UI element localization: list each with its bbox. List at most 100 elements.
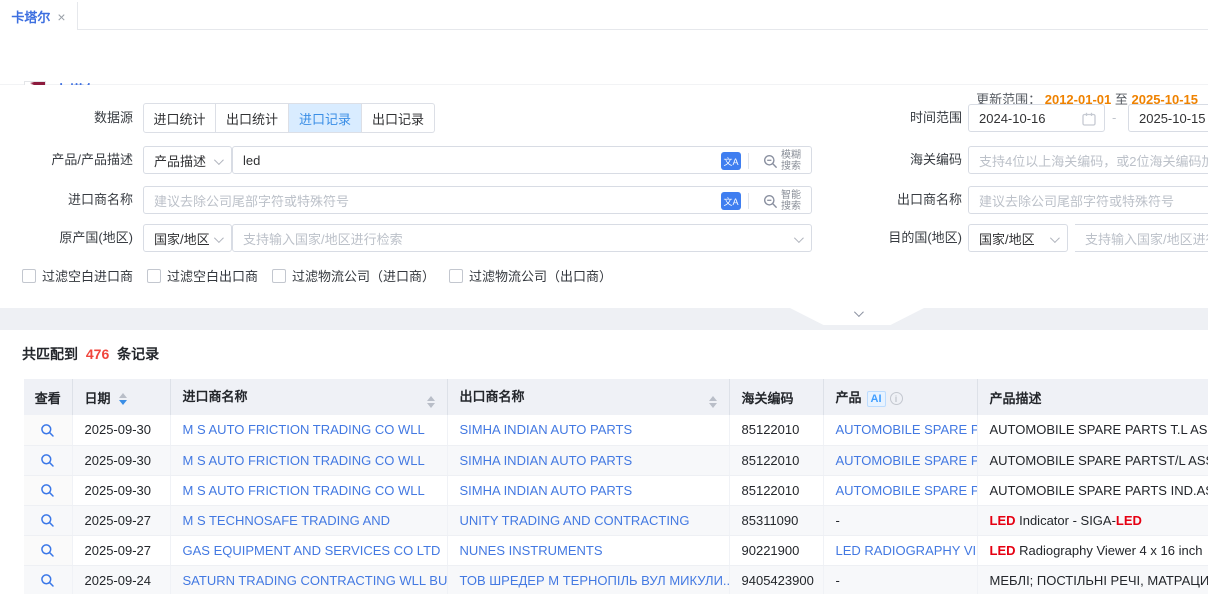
search-icon <box>40 453 55 468</box>
filter-checkbox[interactable]: 过滤空白进口商 <box>22 266 133 285</box>
record-date: 2025-09-30 <box>72 445 170 475</box>
keyword-highlight: LED <box>1116 513 1142 528</box>
sort-icon[interactable] <box>119 393 127 405</box>
match-count-prefix: 共匹配到 <box>22 346 78 362</box>
tab-qatar[interactable]: 卡塔尔 × <box>0 2 78 31</box>
hs-code-label: 海关编码 <box>810 145 962 175</box>
translate-icon[interactable]: 文A <box>721 192 741 210</box>
product-search-input[interactable]: led 文A 模糊搜索 <box>232 146 812 174</box>
checkbox-icon[interactable] <box>449 269 463 283</box>
record-description: LED Radiography Viewer 4 x 16 inch <box>977 535 1208 565</box>
sort-icon[interactable] <box>709 396 717 408</box>
table-row: 2025-09-24SATURN TRADING CONTRACTING WLL… <box>24 565 1208 594</box>
col-header-description: 产品描述 <box>977 379 1208 415</box>
product-link[interactable]: AUTOMOBILE SPARE P... <box>836 453 978 468</box>
checkbox-label: 过滤空白出口商 <box>167 266 258 285</box>
view-record-button[interactable] <box>40 453 55 468</box>
importer-link[interactable]: SATURN TRADING CONTRACTING WLL BUI... <box>183 573 448 588</box>
view-record-button[interactable] <box>40 573 55 588</box>
filter-checkbox[interactable]: 过滤空白出口商 <box>147 266 258 285</box>
destination-country-input[interactable]: 支持输入国家/地区进行检索 <box>1075 224 1208 252</box>
checkbox-icon[interactable] <box>147 269 161 283</box>
table-row: 2025-09-30M S AUTO FRICTION TRADING CO W… <box>24 415 1208 445</box>
checkbox-label: 过滤空白进口商 <box>42 266 133 285</box>
exporter-link[interactable]: NUNES INSTRUMENTS <box>460 543 603 558</box>
col-header-importer[interactable]: 进口商名称 <box>170 379 447 415</box>
checkbox-label: 过滤物流公司（出口商） <box>469 266 612 285</box>
chevron-down-icon <box>1050 233 1060 243</box>
data-source-option[interactable]: 出口统计 <box>216 103 289 133</box>
exporter-link[interactable]: SIMHA INDIAN AUTO PARTS <box>460 453 633 468</box>
importer-link[interactable]: M S TECHNOSAFE TRADING AND <box>183 513 391 528</box>
record-hs-code: 85122010 <box>729 445 823 475</box>
exporter-name-input[interactable]: 建议去除公司尾部字符或特殊符号 <box>968 186 1208 214</box>
table-row: 2025-09-30 M S AUTO FRICTION TRADING CO W… <box>24 445 1208 475</box>
product-type-select[interactable]: 产品描述 <box>143 146 232 174</box>
product-search-value: led <box>233 153 260 168</box>
origin-country-input[interactable]: 支持输入国家/地区进行检索 <box>232 224 812 252</box>
translate-icon[interactable]: 文A <box>721 152 741 170</box>
hs-code-placeholder: 支持4位以上海关编码，或2位海关编码加上 <box>969 151 1208 170</box>
importer-link[interactable]: GAS EQUIPMENT AND SERVICES CO LTD <box>183 543 441 558</box>
hs-code-input[interactable]: 支持4位以上海关编码，或2位海关编码加上 <box>968 146 1208 174</box>
product-filter-label: 产品/产品描述 <box>0 145 133 175</box>
filter-checkbox[interactable]: 过滤物流公司（出口商） <box>449 266 612 285</box>
fuzzy-search-button[interactable]: 模糊搜索 <box>763 150 805 172</box>
exporter-link[interactable]: UNITY TRADING AND CONTRACTING <box>460 513 690 528</box>
col-header-exporter[interactable]: 出口商名称 <box>447 379 729 415</box>
divider <box>748 193 749 209</box>
product-link[interactable]: AUTOMOBILE SPARE P... <box>836 483 978 498</box>
importer-link[interactable]: M S AUTO FRICTION TRADING CO WLL <box>183 483 425 498</box>
record-date: 2025-09-27 <box>72 505 170 535</box>
record-product-empty: - <box>823 505 977 535</box>
record-date: 2025-09-27 <box>72 535 170 565</box>
date-range-separator: - <box>1112 103 1116 133</box>
sort-icon[interactable] <box>427 396 435 408</box>
end-date-value: 2025-10-15 <box>1129 111 1206 126</box>
record-hs-code: 90221900 <box>729 535 823 565</box>
view-record-button[interactable] <box>40 483 55 498</box>
tab-bar: 卡塔尔 × <box>0 0 1208 30</box>
smart-search-button[interactable]: 智能搜索 <box>763 190 805 212</box>
data-source-option[interactable]: 出口记录 <box>362 103 435 133</box>
product-link[interactable]: AUTOMOBILE SPARE P... <box>836 422 978 437</box>
chevron-down-icon <box>214 233 224 243</box>
app-window: 卡塔尔 × 卡塔尔 更新范围： 2012-01-01 至 2025-10-15 … <box>0 0 1208 594</box>
start-date-input[interactable]: 2024-10-16 <box>968 104 1105 132</box>
checkbox-icon[interactable] <box>272 269 286 283</box>
data-source-option[interactable]: 进口记录 <box>289 103 362 133</box>
end-date-input[interactable]: 2025-10-15 <box>1128 104 1208 132</box>
tab-close-icon[interactable]: × <box>57 9 65 25</box>
fuzzy-search-label: 模糊搜索 <box>781 150 805 172</box>
page-header: 卡塔尔 <box>0 30 1208 85</box>
checkbox-icon[interactable] <box>22 269 36 283</box>
checkbox-label: 过滤物流公司（进口商） <box>292 266 435 285</box>
data-source-label: 数据源 <box>0 103 133 133</box>
filter-panel: 更新范围： 2012-01-01 至 2025-10-15 数据源 进口统计出口… <box>0 85 1208 308</box>
destination-country-placeholder: 支持输入国家/地区进行检索 <box>1075 229 1208 248</box>
origin-country-type-value: 国家/地区 <box>144 229 210 248</box>
record-date: 2025-09-30 <box>72 475 170 505</box>
view-record-button[interactable] <box>40 543 55 558</box>
view-record-button[interactable] <box>40 423 55 438</box>
view-record-button[interactable] <box>40 513 55 528</box>
data-source-option[interactable]: 进口统计 <box>143 103 216 133</box>
record-description: AUTOMOBILE SPARE PARTST/L ASSY ... <box>977 445 1208 475</box>
filter-checkbox[interactable]: 过滤物流公司（进口商） <box>272 266 435 285</box>
exporter-link[interactable]: SIMHA INDIAN AUTO PARTS <box>460 422 633 437</box>
record-hs-code: 85122010 <box>729 415 823 445</box>
destination-type-select[interactable]: 国家/地区 <box>968 224 1068 252</box>
importer-name-input[interactable]: 建议去除公司尾部字符或特殊符号 文A 智能搜索 <box>143 186 812 214</box>
product-link[interactable]: LED RADIOGRAPHY VI... <box>836 543 978 558</box>
exporter-link[interactable]: SIMHA INDIAN AUTO PARTS <box>460 483 633 498</box>
origin-country-type-select[interactable]: 国家/地区 <box>143 224 232 252</box>
importer-link[interactable]: M S AUTO FRICTION TRADING CO WLL <box>183 422 425 437</box>
col-header-date[interactable]: 日期 <box>72 379 170 415</box>
exporter-link[interactable]: ТОВ ШРЕДЕР М ТЕРНОПІЛЬ ВУЛ МИКУЛИ... <box>460 573 730 588</box>
product-type-value: 产品描述 <box>144 151 206 170</box>
importer-link[interactable]: M S AUTO FRICTION TRADING CO WLL <box>183 453 425 468</box>
time-range-label: 时间范围 <box>810 103 962 133</box>
tab-label: 卡塔尔 <box>11 7 50 26</box>
keyword-highlight: LED <box>990 543 1016 558</box>
info-icon[interactable]: i <box>890 392 903 405</box>
